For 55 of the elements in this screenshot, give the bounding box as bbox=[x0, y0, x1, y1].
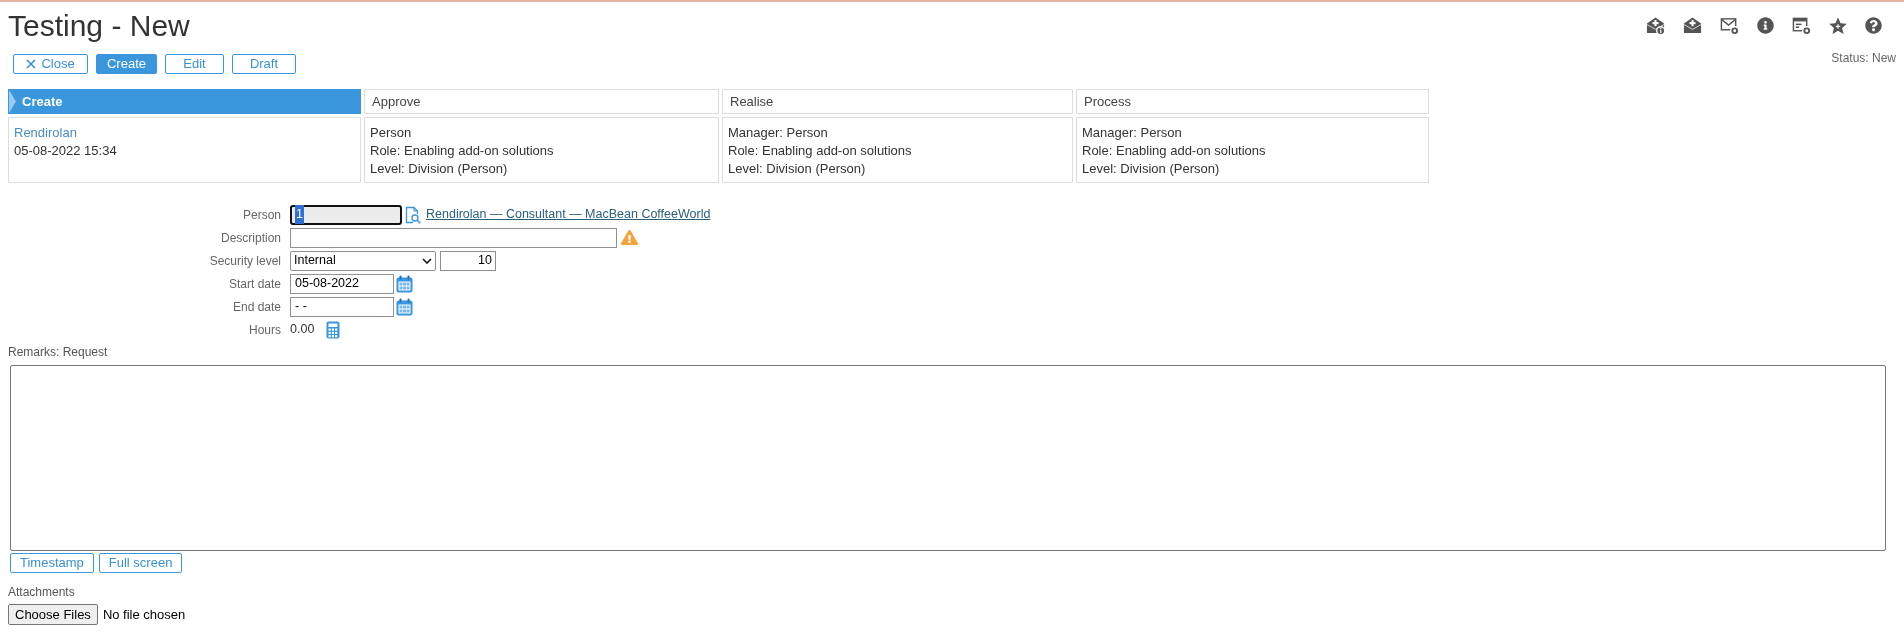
field-label: End date bbox=[231, 298, 281, 316]
calculator-icon[interactable] bbox=[326, 320, 341, 339]
date-input[interactable]: - - bbox=[290, 296, 394, 317]
remarks-label: Remarks: Request bbox=[8, 345, 109, 359]
toolbar-button[interactable]: Draft bbox=[232, 54, 296, 74]
step-arrow-icon bbox=[9, 90, 16, 113]
field-label: Hours bbox=[248, 321, 281, 339]
open-envelope-plus-icon[interactable] bbox=[1683, 16, 1702, 35]
step-detail-text: Level: Division (Person) bbox=[370, 160, 509, 178]
chevron-down-icon bbox=[422, 257, 432, 264]
open-envelope-badge-icon[interactable] bbox=[1646, 16, 1665, 35]
step-detail-text: Manager: Person bbox=[1082, 124, 1183, 142]
step-title: Process bbox=[1084, 92, 1131, 111]
remarks-button[interactable]: Full screen bbox=[98, 553, 183, 573]
description-input[interactable] bbox=[290, 227, 617, 248]
remarks-button[interactable]: Timestamp bbox=[10, 553, 94, 573]
calendar-icon[interactable] bbox=[396, 297, 413, 316]
file-status-text: No file chosen bbox=[102, 605, 186, 624]
number-input[interactable]: 10 bbox=[440, 250, 496, 271]
step-detail-text: Role: Enabling add-on solutions bbox=[370, 142, 555, 160]
person-link[interactable]: Rendirolan — Consultant — MacBean CoffeeWorld bbox=[426, 205, 711, 224]
close-button[interactable]: Close bbox=[13, 54, 88, 74]
person-input[interactable]: 1 bbox=[290, 204, 402, 225]
step-detail-text: Role: Enabling add-on solutions bbox=[1082, 142, 1267, 160]
step-detail-text: Person bbox=[370, 124, 413, 142]
envelope-badge-icon[interactable] bbox=[1720, 16, 1739, 35]
user-link[interactable]: Rendirolan bbox=[14, 124, 355, 142]
toolbar-button[interactable]: Edit bbox=[165, 54, 224, 74]
step-title: Create bbox=[22, 92, 63, 111]
field-label: Start date bbox=[227, 275, 281, 293]
step-title: Approve bbox=[372, 92, 421, 111]
choose-files-button[interactable]: Choose Files bbox=[8, 604, 98, 625]
field-label: Person bbox=[241, 206, 281, 224]
help-icon[interactable] bbox=[1865, 17, 1882, 34]
step-detail-text: Role: Enabling add-on solutions bbox=[728, 142, 913, 160]
field-label: Description bbox=[219, 229, 281, 247]
security-level-select[interactable]: Internal bbox=[290, 250, 436, 271]
step-detail-text: Level: Division (Person) bbox=[728, 160, 867, 178]
step-detail-text: Manager: Person bbox=[728, 124, 829, 142]
step-detail-text: Level: Division (Person) bbox=[1082, 160, 1221, 178]
calendar-icon[interactable] bbox=[396, 274, 413, 293]
status-text: Status: New bbox=[1831, 51, 1896, 65]
attachments-label: Attachments bbox=[8, 585, 76, 599]
date-input[interactable]: 05-08-2022 bbox=[290, 273, 394, 294]
info-icon[interactable] bbox=[1757, 17, 1774, 34]
field-label: Security level bbox=[208, 252, 281, 270]
step-detail-text: 05-08-2022 15:34 bbox=[14, 142, 118, 160]
toolbar-button[interactable]: Create bbox=[96, 54, 157, 74]
hours-value: 0.00 bbox=[290, 321, 315, 339]
page-title: Testing - New bbox=[8, 8, 191, 44]
step-title: Realise bbox=[730, 92, 774, 111]
close-icon bbox=[26, 59, 37, 69]
window-badge-icon[interactable] bbox=[1792, 16, 1811, 35]
star-icon[interactable] bbox=[1829, 16, 1847, 35]
document-search-icon[interactable] bbox=[405, 205, 421, 224]
